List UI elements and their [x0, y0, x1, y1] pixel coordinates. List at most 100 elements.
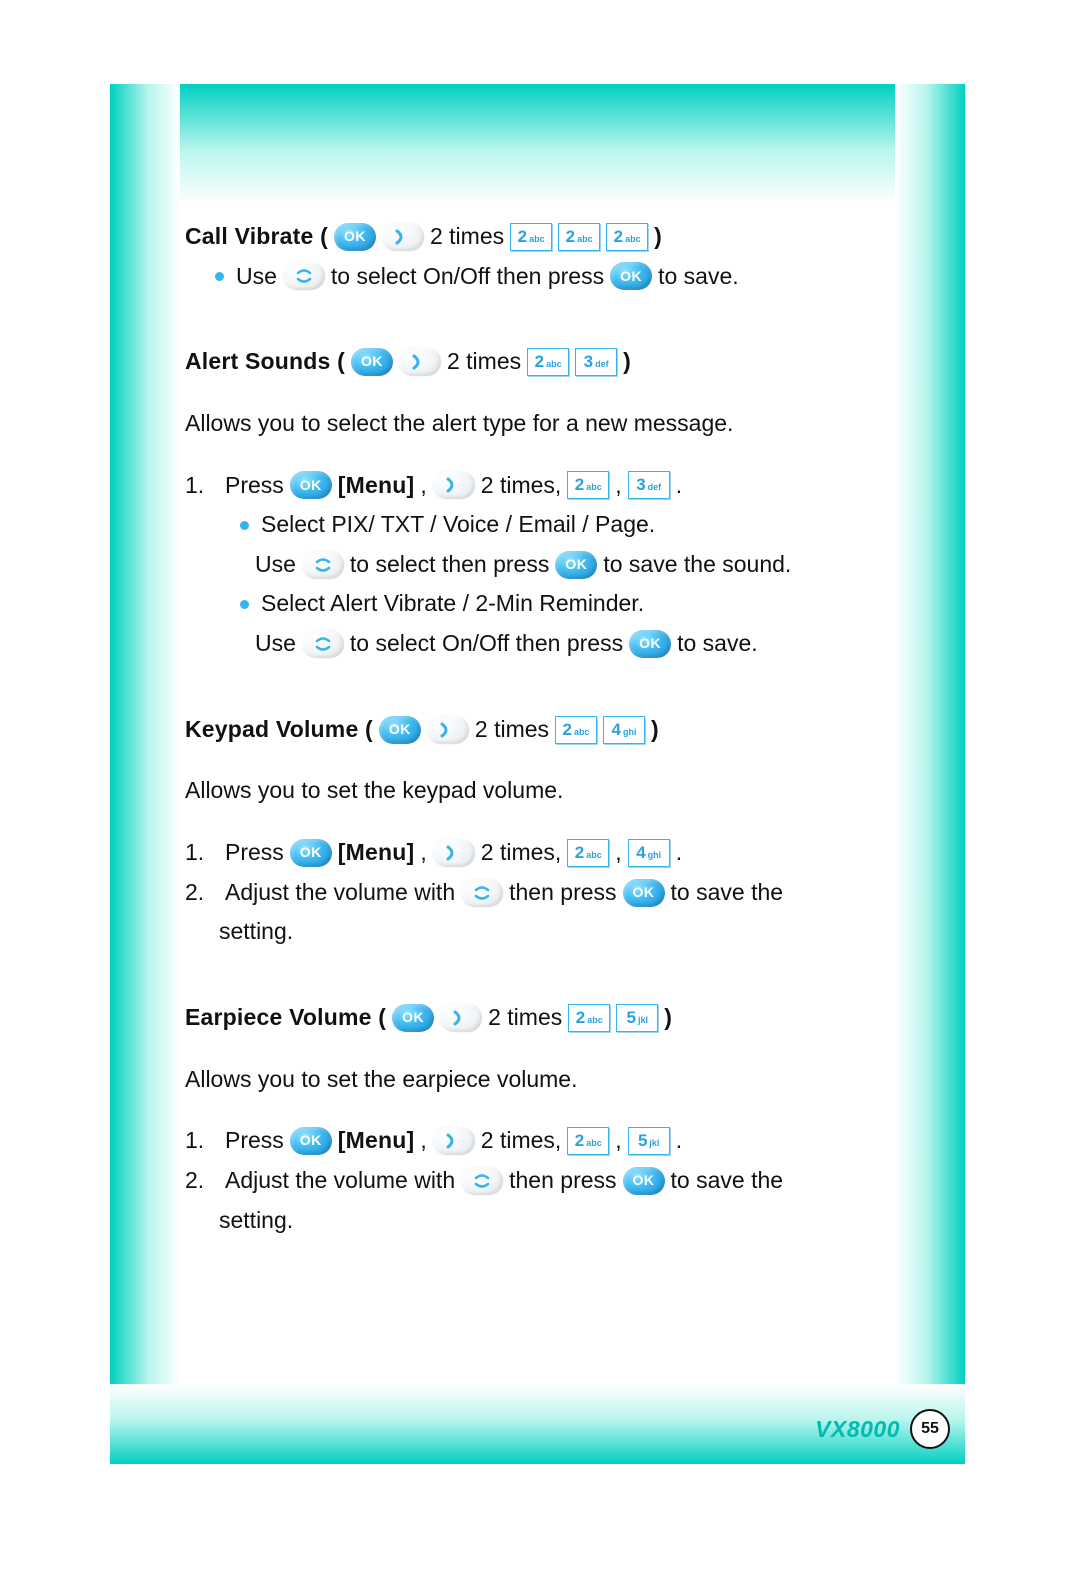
nav-updown-icon	[461, 879, 503, 907]
gradient-top	[110, 84, 965, 204]
right-arrow-icon	[433, 839, 475, 867]
section-alert-sounds-heading: Alert Sounds ( 2 times 2abc 3def )	[185, 344, 895, 380]
list-item: 2. Adjust the volume with then press to …	[185, 875, 895, 911]
text: to save.	[658, 259, 739, 295]
text: to save the	[671, 875, 784, 911]
paren-close: )	[623, 344, 631, 380]
bullet-row: Use to select On/Off then press to save.	[215, 259, 895, 295]
ok-icon	[623, 1167, 665, 1195]
text: ,	[615, 835, 621, 871]
bullet-row: Select Alert Vibrate / 2-Min Reminder.	[240, 586, 895, 622]
list-item: 1. Press [Menu] , 2 times, 2abc , 3def .	[185, 468, 895, 504]
times-text: 2 times	[430, 219, 504, 255]
paren-close: )	[654, 219, 662, 255]
list-item: 2. Adjust the volume with then press to …	[185, 1163, 895, 1199]
key-5jkl-icon: 5jkl	[616, 1004, 658, 1032]
right-arrow-icon	[440, 1004, 482, 1032]
text: .	[676, 835, 682, 871]
text: Use	[236, 259, 277, 295]
text: then press	[509, 875, 616, 911]
list-item: 1. Press [Menu] , 2 times, 2abc , 4ghi .	[185, 835, 895, 871]
ok-icon	[629, 630, 671, 658]
right-arrow-icon	[399, 348, 441, 376]
nav-updown-icon	[302, 551, 344, 579]
text: Use	[255, 547, 296, 583]
ok-icon	[392, 1004, 434, 1032]
ok-icon	[610, 262, 652, 290]
text: 2 times,	[481, 1123, 562, 1159]
text: Press	[225, 835, 284, 871]
text: Allows you to set the earpiece volume.	[185, 1062, 577, 1098]
text: .	[676, 468, 682, 504]
ok-icon	[555, 551, 597, 579]
text: to select On/Off then press	[331, 259, 604, 295]
text: ,	[420, 468, 426, 504]
list-item-cont: setting.	[219, 1203, 895, 1239]
ok-icon	[290, 839, 332, 867]
model-label: VX8000	[815, 1416, 900, 1443]
key-2abc-icon: 2abc	[555, 716, 597, 744]
text: then press	[509, 1163, 616, 1199]
bullet-row-cont: Use to select On/Off then press to save.	[255, 626, 895, 662]
heading-text: Alert Sounds (	[185, 344, 345, 380]
ok-icon	[290, 1127, 332, 1155]
ok-icon	[351, 348, 393, 376]
page: Call Vibrate ( 2 times 2abc 2abc 2abc ) …	[0, 0, 1080, 1584]
paren-close: )	[651, 712, 659, 748]
times-text: 2 times	[488, 1000, 562, 1036]
text: to save the	[671, 1163, 784, 1199]
bullet-row: Select PIX/ TXT / Voice / Email / Page.	[240, 507, 895, 543]
key-2abc-icon: 2abc	[568, 1004, 610, 1032]
list-item-cont: setting.	[219, 914, 895, 950]
bullet-icon	[240, 521, 249, 530]
text: Allows you to set the keypad volume.	[185, 773, 563, 809]
heading-text: Call Vibrate (	[185, 219, 328, 255]
text: ,	[420, 835, 426, 871]
nav-updown-icon	[283, 262, 325, 290]
bullet-row-cont: Use to select then press to save the sou…	[255, 547, 895, 583]
page-number: 55	[910, 1409, 950, 1449]
right-arrow-icon	[433, 471, 475, 499]
text: Select PIX/ TXT / Voice / Email / Page.	[261, 507, 655, 543]
heading-text: Keypad Volume (	[185, 712, 373, 748]
list-number: 1.	[185, 468, 219, 504]
text: Select Alert Vibrate / 2-Min Reminder.	[261, 586, 644, 622]
description: Allows you to set the earpiece volume.	[185, 1062, 895, 1098]
content: Call Vibrate ( 2 times 2abc 2abc 2abc ) …	[185, 215, 895, 1384]
text: to save the sound.	[603, 547, 791, 583]
text: Adjust the volume with	[225, 1163, 455, 1199]
nav-updown-icon	[302, 630, 344, 658]
section-keypad-volume-heading: Keypad Volume ( 2 times 2abc 4ghi )	[185, 712, 895, 748]
gradient-left	[110, 84, 180, 1464]
text: Press	[225, 1123, 284, 1159]
ok-icon	[379, 716, 421, 744]
menu-label: [Menu]	[338, 835, 415, 871]
text: to save.	[677, 626, 758, 662]
text: to select then press	[350, 547, 549, 583]
key-2abc-icon: 2abc	[510, 223, 552, 251]
list-number: 1.	[185, 835, 219, 871]
key-2abc-icon: 2abc	[558, 223, 600, 251]
ok-icon	[334, 223, 376, 251]
key-2abc-icon: 2abc	[567, 839, 609, 867]
paren-close: )	[664, 1000, 672, 1036]
list-number: 2.	[185, 1163, 219, 1199]
key-2abc-icon: 2abc	[606, 223, 648, 251]
ok-icon	[623, 879, 665, 907]
key-4ghi-icon: 4ghi	[628, 839, 670, 867]
heading-text: Earpiece Volume (	[185, 1000, 386, 1036]
menu-label: [Menu]	[338, 468, 415, 504]
text: 2 times,	[481, 835, 562, 871]
times-text: 2 times	[475, 712, 549, 748]
menu-label: [Menu]	[338, 1123, 415, 1159]
text: Allows you to select the alert type for …	[185, 406, 733, 442]
page-footer: VX8000 55	[815, 1409, 950, 1449]
list-item: 1. Press [Menu] , 2 times, 2abc , 5jkl .	[185, 1123, 895, 1159]
text: ,	[420, 1123, 426, 1159]
key-3def-icon: 3def	[628, 471, 670, 499]
text: to select On/Off then press	[350, 626, 623, 662]
ok-icon	[290, 471, 332, 499]
text: Adjust the volume with	[225, 875, 455, 911]
bullet-icon	[215, 272, 224, 281]
text: .	[676, 1123, 682, 1159]
